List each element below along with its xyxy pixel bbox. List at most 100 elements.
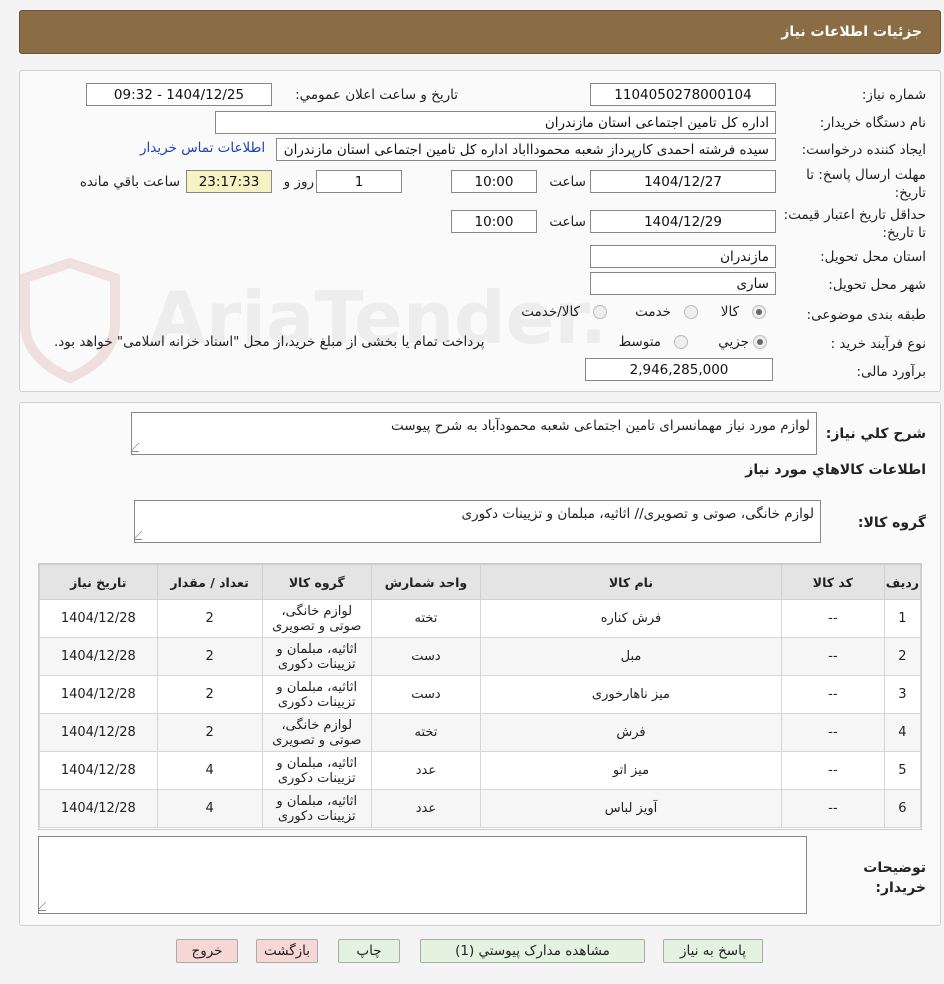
reply-button[interactable]: پاسخ به نیاز xyxy=(663,939,763,963)
validity-time-field: 10:00 xyxy=(451,210,537,233)
cell-date: 1404/12/28 xyxy=(39,599,158,638)
goods-group-label: گروه کالا: xyxy=(857,515,926,531)
col-header-date: تاریخ نیاز xyxy=(39,564,158,600)
table-row[interactable]: 3 -- میز ناهارخوری دست اثاثیه، مبلمان و … xyxy=(39,675,922,714)
goods-group-textarea[interactable]: لوازم خانگی، صوتی و تصویری// اثاثیه، مبل… xyxy=(134,500,821,543)
back-button[interactable]: بازگشت xyxy=(256,939,318,963)
announce-label: تاریخ و ساعت اعلان عمومي: xyxy=(295,87,458,103)
process-option-minor: جزیي xyxy=(718,334,749,350)
cell-date: 1404/12/28 xyxy=(39,789,158,828)
resize-grip-icon[interactable] xyxy=(135,531,151,540)
cell-name: آویز لباس xyxy=(480,789,782,828)
process-payment-note: پرداخت تمام یا بخشی از مبلغ خرید،از محل … xyxy=(54,334,485,350)
cell-unit: تخته xyxy=(370,599,482,638)
cell-qty: 2 xyxy=(156,675,263,714)
cell-code: -- xyxy=(780,789,885,828)
budget-field: 2,946,285,000 xyxy=(585,358,773,381)
category-option-goods-service: کالا/خدمت xyxy=(521,304,580,320)
category-radio-service[interactable] xyxy=(684,305,698,319)
requester-label: ایجاد کننده درخواست: xyxy=(801,142,926,158)
print-button[interactable]: چاپ xyxy=(338,939,400,963)
city-field: ساری xyxy=(590,272,776,295)
category-label: طبقه بندی موضوعی: xyxy=(806,307,926,323)
table-row[interactable]: 1 -- فرش کناره تخته لوازم خانگی، صوتی و … xyxy=(39,599,922,638)
col-header-name: نام کالا xyxy=(480,564,782,600)
resize-grip-icon[interactable] xyxy=(39,902,55,911)
budget-label: برآورد مالی: xyxy=(856,364,926,380)
cell-date: 1404/12/28 xyxy=(39,675,158,714)
summary-textarea[interactable]: لوازم مورد نیاز مهمانسرای تامین اجتماعی … xyxy=(131,412,817,455)
remaining-label: ساعت باقي مانده xyxy=(79,174,180,190)
table-row[interactable]: 2 -- مبل دست اثاثیه، مبلمان و تزیینات دک… xyxy=(39,637,922,676)
cell-row-no: 5 xyxy=(883,751,922,790)
cell-row-no: 3 xyxy=(883,675,922,714)
buyer-notes-textarea[interactable] xyxy=(38,836,807,914)
buyer-org-label: نام دستگاه خریدار: xyxy=(819,115,926,131)
table-row[interactable]: 4 -- فرش تخته لوازم خانگی، صوتی و تصویری… xyxy=(39,713,922,752)
process-radio-minor[interactable] xyxy=(753,335,767,349)
cell-qty: 2 xyxy=(156,713,263,752)
province-label: استان محل تحویل: xyxy=(820,249,926,265)
province-field: مازندران xyxy=(590,245,776,268)
resize-grip-icon[interactable] xyxy=(132,443,148,452)
cell-group: اثاثیه، مبلمان و تزیینات دکوری xyxy=(261,751,372,790)
col-header-row-no: ردیف xyxy=(883,564,922,600)
col-header-qty: تعداد / مقدار xyxy=(156,564,263,600)
cell-qty: 4 xyxy=(156,751,263,790)
validity-time-label: ساعت xyxy=(549,214,586,230)
cell-unit: تخته xyxy=(370,713,482,752)
category-option-goods: کالا xyxy=(720,304,739,320)
summary-text: لوازم مورد نیاز مهمانسرای تامین اجتماعی … xyxy=(391,418,810,434)
deadline-time-label: ساعت xyxy=(549,174,586,190)
cell-unit: دست xyxy=(370,637,482,676)
buyer-contact-link[interactable]: اطلاعات تماس خریدار xyxy=(140,140,265,156)
items-table: ردیف کد کالا نام کالا واحد شمارش گروه کا… xyxy=(39,564,922,828)
items-section-title: اطلاعات کالاهاي مورد نیاز xyxy=(745,462,926,478)
col-header-code: کد کالا xyxy=(780,564,885,600)
cell-group: لوازم خانگی، صوتی و تصویری xyxy=(261,599,372,638)
col-header-unit: واحد شمارش xyxy=(370,564,482,600)
cell-qty: 2 xyxy=(156,637,263,676)
process-radio-medium[interactable] xyxy=(674,335,688,349)
col-header-group: گروه کالا xyxy=(261,564,372,600)
cell-date: 1404/12/28 xyxy=(39,637,158,676)
deadline-date-field: 1404/12/27 xyxy=(590,170,776,193)
cell-code: -- xyxy=(780,599,885,638)
cell-code: -- xyxy=(780,751,885,790)
cell-unit: عدد xyxy=(370,751,482,790)
deadline-label: مهلت ارسال پاسخ: تا تاریخ: xyxy=(806,167,926,201)
category-radio-goods[interactable] xyxy=(752,305,766,319)
city-label: شهر محل تحویل: xyxy=(828,277,926,293)
process-label: نوع فرآیند خرید : xyxy=(830,336,926,352)
exit-button[interactable]: خروج xyxy=(176,939,238,963)
cell-row-no: 4 xyxy=(883,713,922,752)
cell-code: -- xyxy=(780,675,885,714)
goods-group-text: لوازم خانگی، صوتی و تصویری// اثاثیه، مبل… xyxy=(461,506,815,522)
requester-field: سیده فرشته احمدی کارپرداز شعبه محموداابا… xyxy=(276,138,776,161)
need-number-field: 1104050278000104 xyxy=(590,83,776,106)
cell-code: -- xyxy=(780,713,885,752)
cell-qty: 2 xyxy=(156,599,263,638)
summary-label: شرح کلي نیاز: xyxy=(825,426,926,442)
cell-code: -- xyxy=(780,637,885,676)
deadline-time-field: 10:00 xyxy=(451,170,537,193)
days-label: روز و xyxy=(283,174,314,190)
cell-date: 1404/12/28 xyxy=(39,713,158,752)
table-header-row: ردیف کد کالا نام کالا واحد شمارش گروه کا… xyxy=(39,564,922,600)
table-row[interactable]: 6 -- آویز لباس عدد اثاثیه، مبلمان و تزیی… xyxy=(39,789,922,828)
validity-label: حداقل تاریخ اعتبار قیمت: تا تاریخ: xyxy=(783,207,926,241)
items-table-wrapper: ردیف کد کالا نام کالا واحد شمارش گروه کا… xyxy=(38,563,922,830)
need-number-label: شماره نیاز: xyxy=(861,87,926,103)
remaining-time-field: 23:17:33 xyxy=(186,170,272,193)
table-row[interactable]: 5 -- میز اتو عدد اثاثیه، مبلمان و تزیینا… xyxy=(39,751,922,790)
cell-name: میز ناهارخوری xyxy=(480,675,782,714)
validity-date-field: 1404/12/29 xyxy=(590,210,776,233)
cell-name: میز اتو xyxy=(480,751,782,790)
cell-date: 1404/12/28 xyxy=(39,751,158,790)
view-attachments-button[interactable]: مشاهده مدارک پیوستي (1) xyxy=(420,939,645,963)
cell-unit: عدد xyxy=(370,789,482,828)
buyer-org-field: اداره کل تامین اجتماعی استان مازندران xyxy=(215,111,776,134)
days-remaining-field: 1 xyxy=(316,170,402,193)
category-radio-goods-service[interactable] xyxy=(593,305,607,319)
announce-datetime-field: 1404/12/25 - 09:32 xyxy=(86,83,272,106)
